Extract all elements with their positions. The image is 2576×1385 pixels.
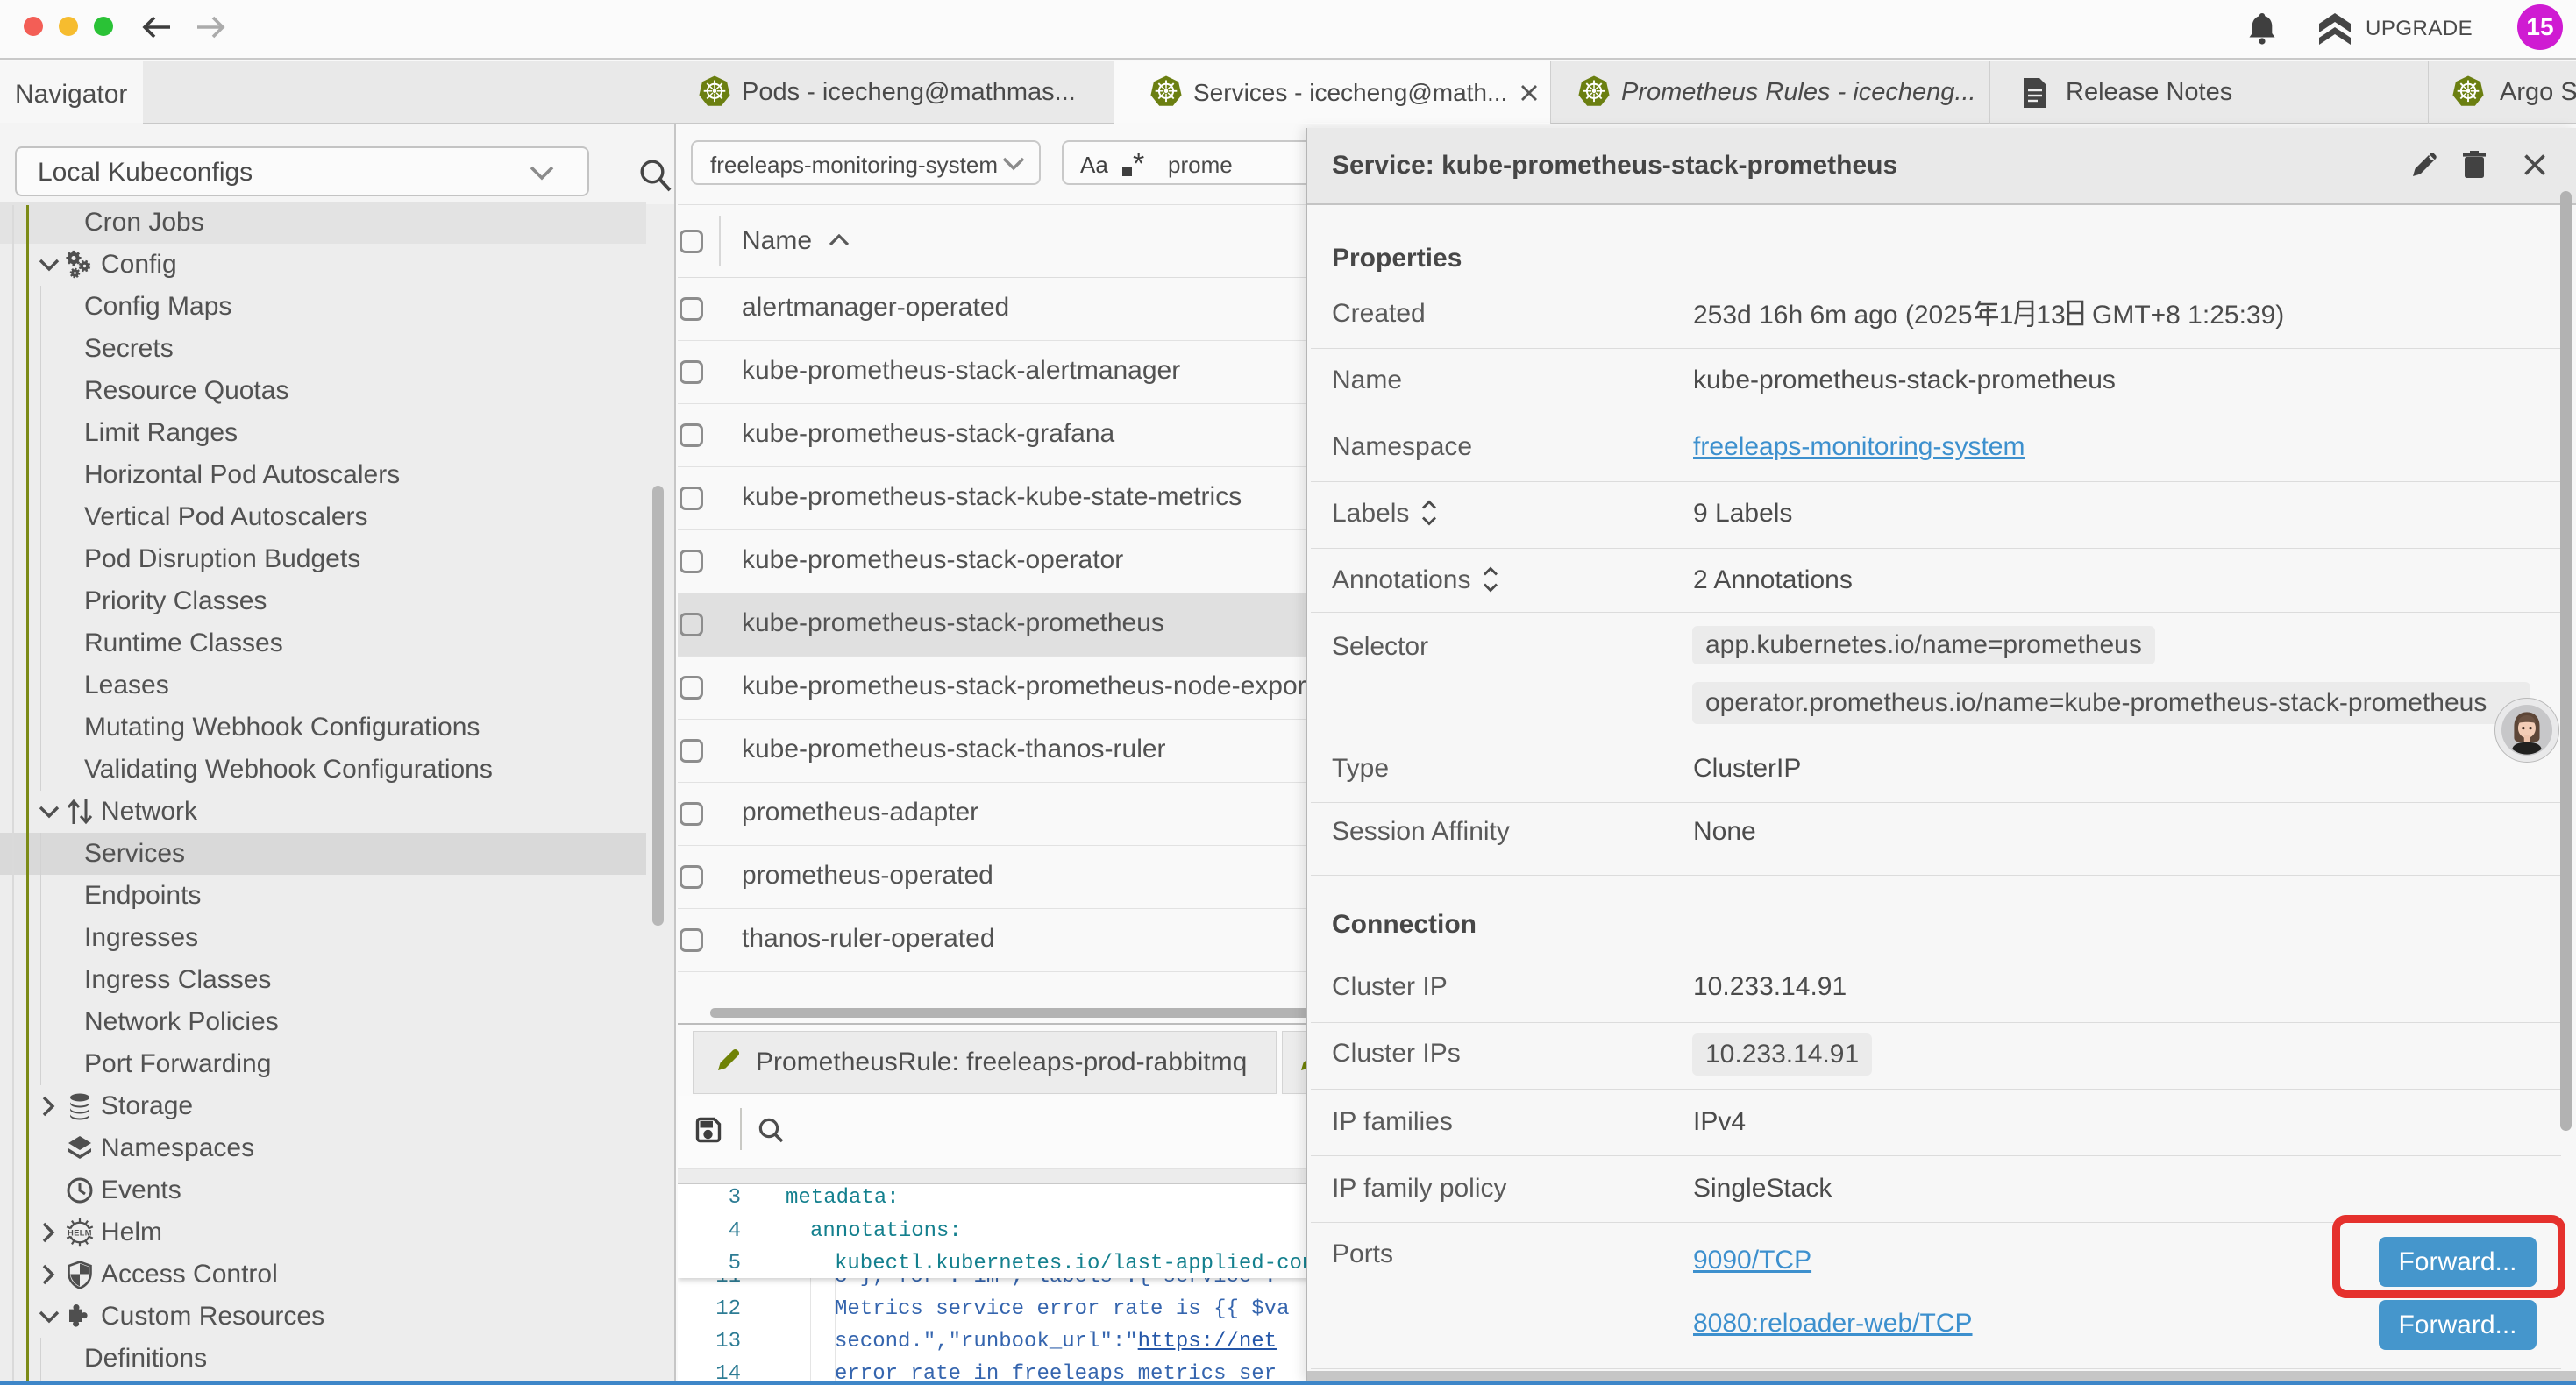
svg-text:*: *	[1133, 151, 1144, 179]
svg-text:HELM: HELM	[68, 1229, 92, 1238]
